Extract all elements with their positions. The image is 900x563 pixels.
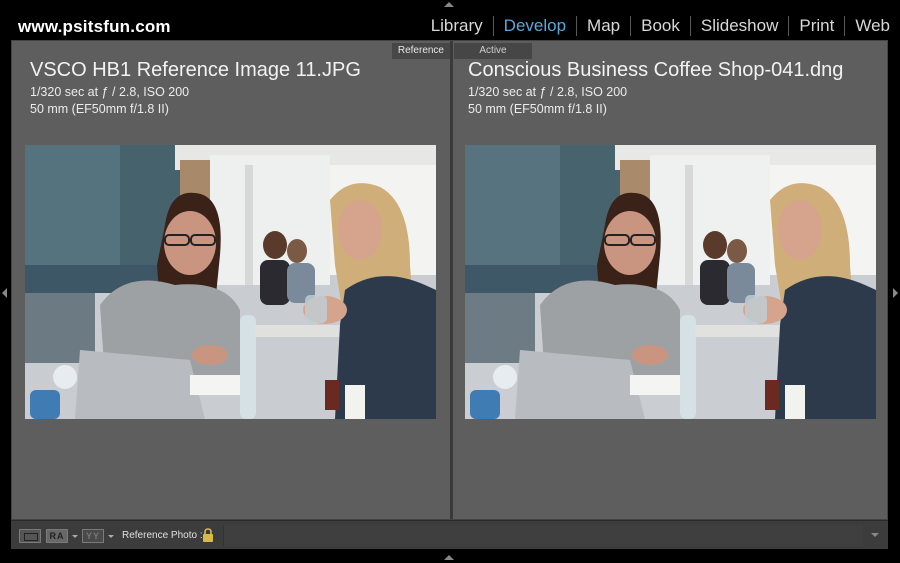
brand-logo: www.psitsfun.com [18, 17, 171, 36]
module-map[interactable]: Map [577, 16, 630, 36]
before-after-view-button[interactable]: YY [82, 529, 104, 543]
lock-icon[interactable] [202, 528, 214, 543]
bottom-toolbar: RA YY Reference Photo : [11, 520, 888, 549]
reference-view-area: Reference VSCO HB1 Reference Image 11.JP… [11, 40, 888, 520]
reference-photo[interactable] [25, 145, 436, 419]
reference-lens: 50 mm (EF50mm f/1.8 II) [30, 102, 169, 116]
right-panel-toggle-icon[interactable] [893, 288, 898, 298]
reference-tag: Reference [391, 43, 450, 59]
active-tag: Active [454, 43, 532, 59]
toolbar-options-chevron-icon[interactable] [868, 529, 882, 541]
active-exposure: 1/320 sec at ƒ / 2.8, ISO 200 [468, 85, 628, 99]
top-panel-toggle-icon[interactable] [444, 2, 454, 7]
module-book[interactable]: Book [631, 16, 690, 36]
chevron-down-icon[interactable] [72, 535, 78, 538]
top-bar: www.psitsfun.com Library Develop Map Boo… [0, 0, 900, 40]
loupe-view-button[interactable] [19, 529, 41, 543]
module-library[interactable]: Library [421, 16, 493, 36]
module-develop[interactable]: Develop [494, 16, 576, 36]
reference-filename: VSCO HB1 Reference Image 11.JPG [30, 59, 361, 81]
active-pane[interactable]: Active Conscious Business Coffee Shop-04… [453, 41, 889, 519]
module-web[interactable]: Web [845, 16, 900, 36]
active-lens: 50 mm (EF50mm f/1.8 II) [468, 102, 607, 116]
active-photo[interactable] [465, 145, 876, 419]
active-filename: Conscious Business Coffee Shop-041.dng [468, 59, 844, 81]
reference-pane[interactable]: Reference VSCO HB1 Reference Image 11.JP… [12, 41, 450, 519]
module-slideshow[interactable]: Slideshow [691, 16, 789, 36]
module-picker: Library Develop Map Book Slideshow Print… [421, 14, 900, 38]
chevron-down-icon[interactable] [108, 535, 114, 538]
toolbar-spacer [223, 525, 863, 546]
filmstrip-toggle-icon[interactable] [444, 555, 454, 560]
module-print[interactable]: Print [789, 16, 844, 36]
reference-active-view-button[interactable]: RA [46, 529, 68, 543]
left-panel-toggle-icon[interactable] [2, 288, 7, 298]
reference-exposure: 1/320 sec at ƒ / 2.8, ISO 200 [30, 85, 190, 99]
reference-photo-label: Reference Photo : [122, 530, 203, 541]
